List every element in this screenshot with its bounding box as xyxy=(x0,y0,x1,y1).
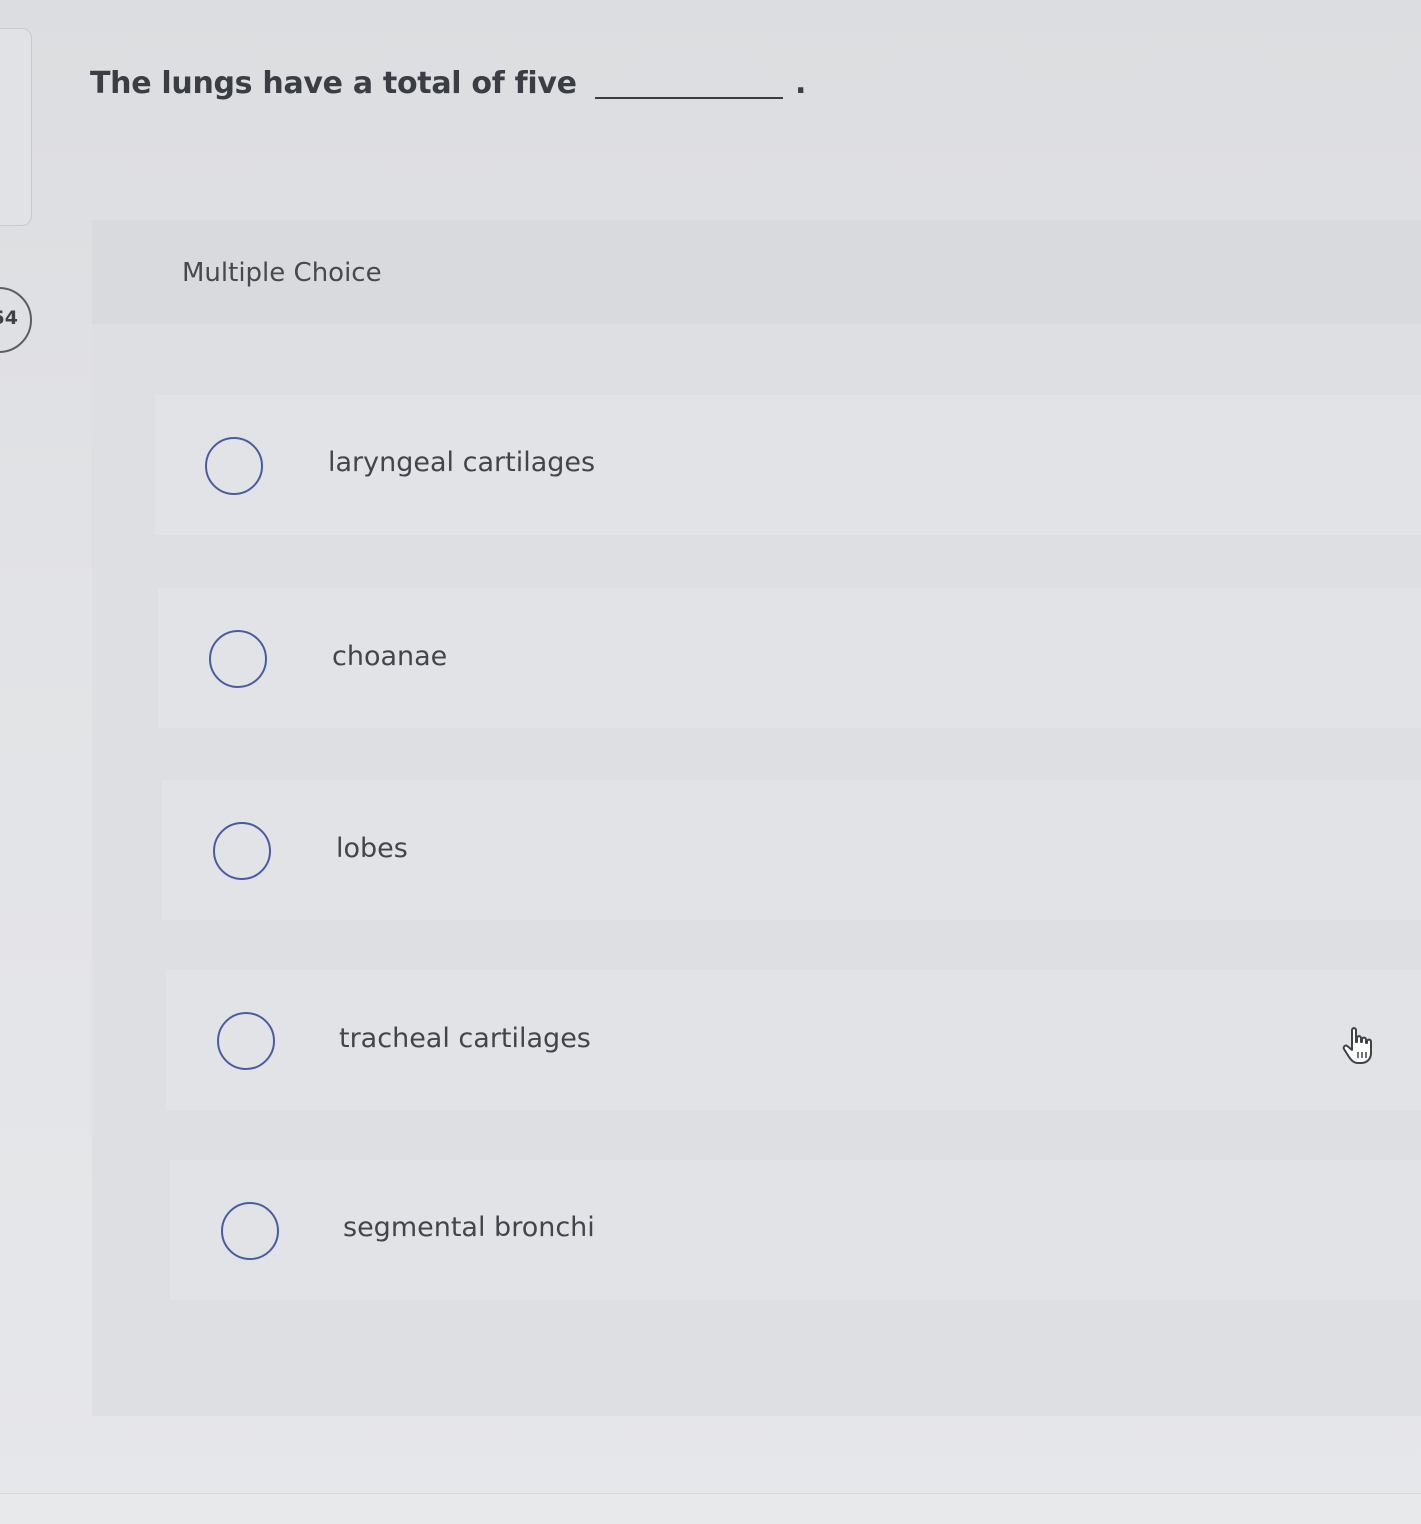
answer-blank xyxy=(594,97,783,99)
choice-label: laryngeal cartilages xyxy=(328,447,596,478)
choice-label: tracheal cartilages xyxy=(339,1023,591,1054)
choice-option-5[interactable]: segmental bronchi xyxy=(170,1160,1421,1300)
radio-button[interactable] xyxy=(217,1012,275,1070)
question-stem-text: The lungs have a total of five xyxy=(90,66,577,101)
radio-button[interactable] xyxy=(209,630,267,688)
radio-button[interactable] xyxy=(221,1202,279,1260)
left-panel-edge xyxy=(0,28,32,226)
radio-button[interactable] xyxy=(213,822,271,880)
question-type-label: Multiple Choice xyxy=(182,258,382,288)
choice-label: choanae xyxy=(332,641,448,672)
choice-label: segmental bronchi xyxy=(343,1212,595,1243)
choice-option-1[interactable]: laryngeal cartilages xyxy=(155,395,1421,535)
choice-option-4[interactable]: tracheal cartilages xyxy=(166,970,1421,1110)
choice-option-2[interactable]: choanae xyxy=(158,588,1421,728)
hand-pointer-icon xyxy=(1342,1027,1372,1064)
choice-label: lobes xyxy=(336,833,408,864)
radio-button[interactable] xyxy=(205,437,263,495)
choice-option-3[interactable]: lobes xyxy=(162,780,1421,920)
bottom-edge xyxy=(0,1493,1421,1524)
question-number: 54 xyxy=(0,307,18,329)
question-stem: The lungs have a total of five . xyxy=(90,66,806,101)
question-number-badge[interactable]: 54 xyxy=(0,287,32,353)
question-period: . xyxy=(794,66,807,101)
